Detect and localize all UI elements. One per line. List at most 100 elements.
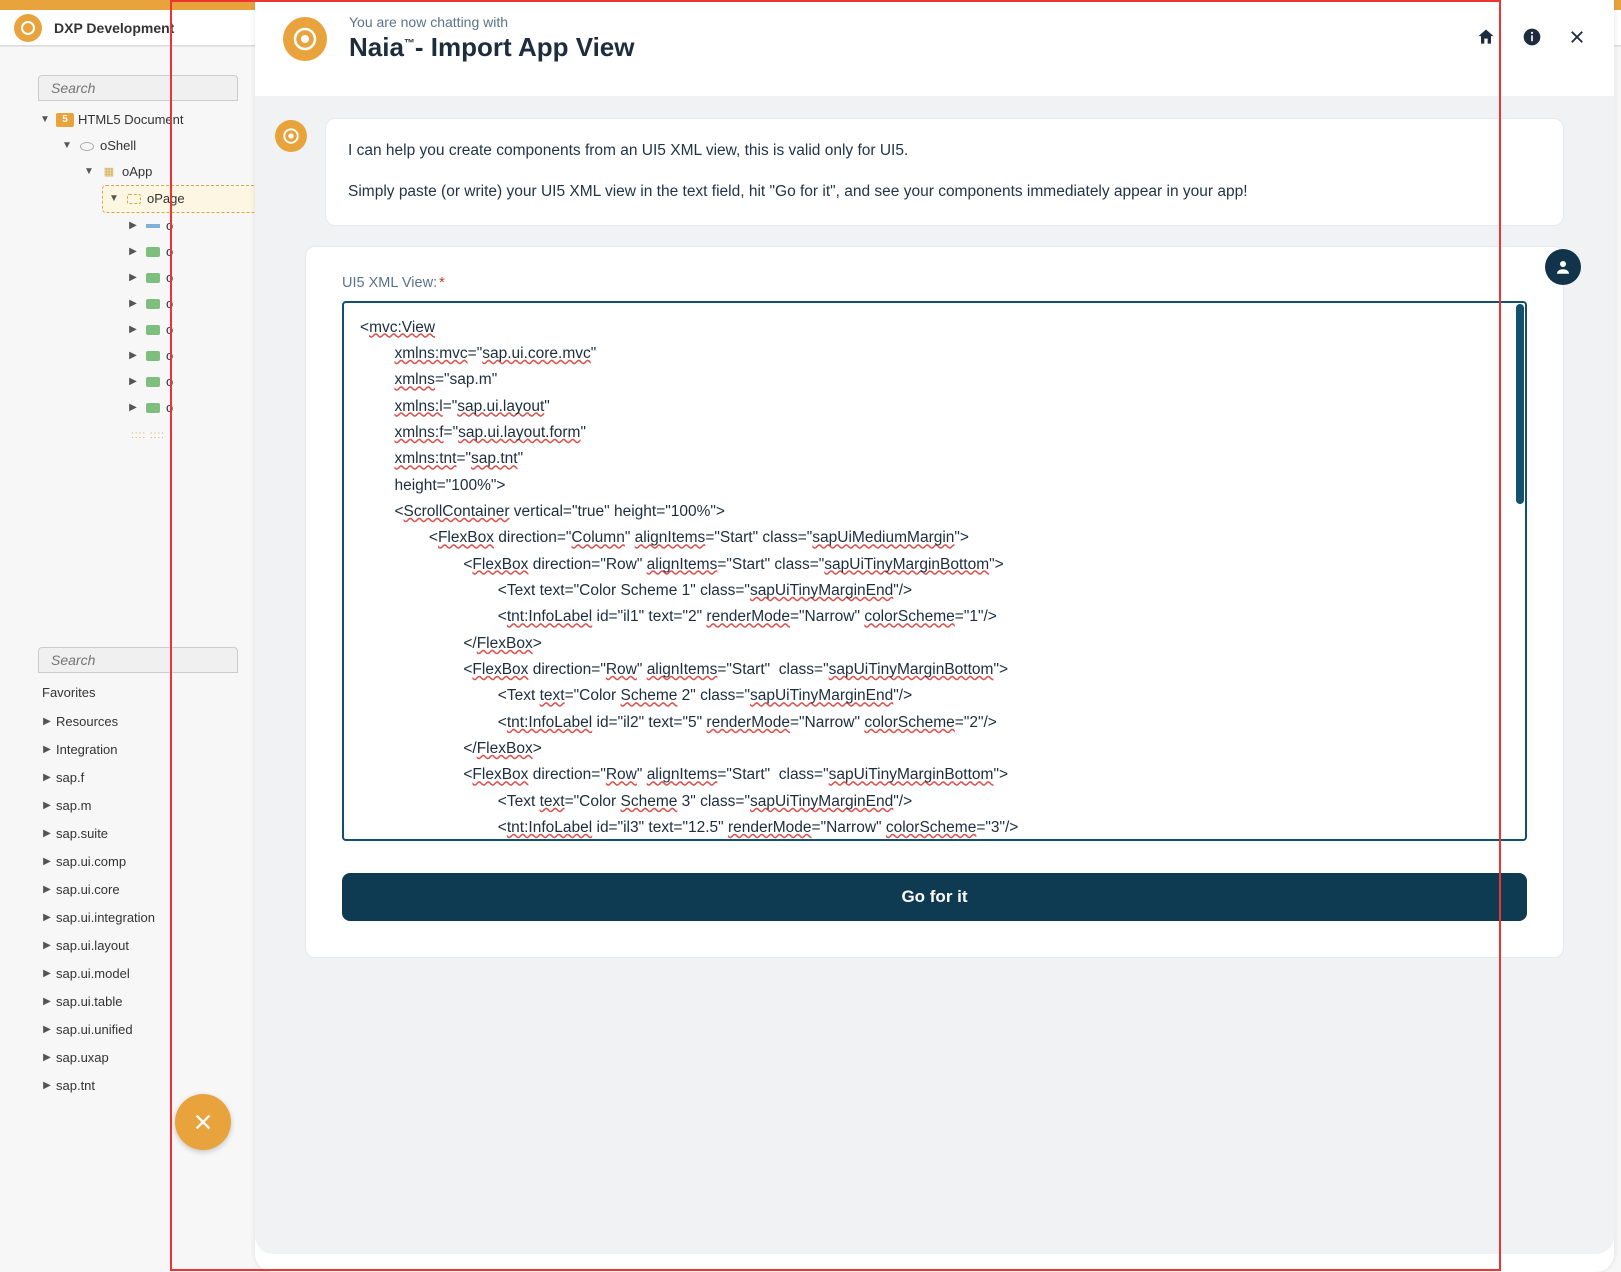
- caret-icon[interactable]: ▶: [126, 343, 140, 369]
- chat-bubble-icon: [293, 27, 317, 51]
- outline-search-wrap: [38, 75, 238, 101]
- tree-label: o: [166, 343, 173, 369]
- caret-icon[interactable]: ▶: [38, 960, 56, 988]
- dialog-subtitle: You are now chatting with: [349, 14, 1476, 30]
- go-for-it-button[interactable]: Go for it: [342, 873, 1527, 921]
- tree-child[interactable]: ▶o: [38, 395, 258, 421]
- user-avatar: [1545, 249, 1581, 285]
- favorite-item[interactable]: ▶sap.ui.unified: [38, 1016, 258, 1044]
- tree-child[interactable]: ▶o: [38, 317, 258, 343]
- favorites-panel: Favorites ▶Resources▶Integration▶sap.f▶s…: [38, 647, 258, 1100]
- caret-icon[interactable]: ▶: [126, 239, 140, 265]
- tree-label: o: [166, 291, 173, 317]
- tree-child[interactable]: ▶o: [38, 369, 258, 395]
- favorite-label: sap.ui.comp: [56, 848, 126, 876]
- caret-icon[interactable]: ▶: [38, 792, 56, 820]
- tree-label: HTML5 Document: [78, 107, 183, 133]
- favorites-search-input[interactable]: [51, 652, 225, 668]
- xml-textarea-wrap: <mvc:View xmlns:mvc="sap.ui.core.mvc" xm…: [342, 301, 1527, 841]
- dialog-body: I can help you create components from an…: [255, 96, 1614, 1254]
- tree-child[interactable]: ▶o: [38, 213, 258, 239]
- caret-icon[interactable]: ▼: [38, 107, 52, 133]
- tree-root[interactable]: ▼ 5 HTML5 Document: [38, 107, 258, 133]
- caret-icon[interactable]: ▶: [126, 317, 140, 343]
- favorite-item[interactable]: ▶sap.ui.comp: [38, 848, 258, 876]
- tree-shell[interactable]: ▼oShell: [38, 133, 258, 159]
- dialog-actions: [1476, 27, 1586, 50]
- tree-label: o: [166, 239, 173, 265]
- tree-label: oApp: [122, 159, 152, 185]
- tree-app[interactable]: ▼▦oApp: [38, 159, 258, 185]
- favorite-label: sap.ui.integration: [56, 904, 155, 932]
- favorite-item[interactable]: ▶sap.f: [38, 764, 258, 792]
- caret-icon[interactable]: ▶: [38, 820, 56, 848]
- info-button[interactable]: [1522, 27, 1542, 50]
- tree-label: o: [166, 395, 173, 421]
- xml-textarea[interactable]: <mvc:View xmlns:mvc="sap.ui.core.mvc" xm…: [342, 301, 1527, 841]
- home-button[interactable]: [1476, 27, 1496, 50]
- favorite-label: sap.tnt: [56, 1072, 95, 1100]
- caret-icon[interactable]: ▶: [38, 1044, 56, 1072]
- dialog-titles: You are now chatting with Naia™- Import …: [349, 14, 1476, 63]
- html5-icon: 5: [56, 113, 74, 127]
- caret-icon[interactable]: ▶: [126, 213, 140, 239]
- tree-child[interactable]: ▶o: [38, 265, 258, 291]
- tree-child[interactable]: ▶o: [38, 343, 258, 369]
- close-dialog-button[interactable]: [1568, 28, 1586, 49]
- intro-text-2: Simply paste (or write) your UI5 XML vie…: [348, 180, 1541, 205]
- favorite-item[interactable]: ▶sap.tnt: [38, 1072, 258, 1100]
- caret-icon[interactable]: ▶: [38, 932, 56, 960]
- favorite-label: sap.ui.model: [56, 960, 130, 988]
- naia-logo: [283, 17, 327, 61]
- info-icon: [1522, 27, 1542, 47]
- favorite-item[interactable]: ▶sap.m: [38, 792, 258, 820]
- favorite-item[interactable]: ▶Resources: [38, 708, 258, 736]
- bar-icon: [144, 219, 162, 233]
- drag-handle-icon[interactable]: :::: ::::: [38, 423, 258, 449]
- caret-icon[interactable]: ▶: [126, 265, 140, 291]
- fab-close-button[interactable]: [175, 1094, 231, 1150]
- caret-icon[interactable]: ▶: [126, 395, 140, 421]
- row-icon: [144, 349, 162, 363]
- favorite-item[interactable]: ▶sap.ui.core: [38, 876, 258, 904]
- row-icon: [144, 323, 162, 337]
- tree-label: o: [166, 369, 173, 395]
- tree-page-selected[interactable]: ▼ oPage: [102, 185, 258, 213]
- caret-icon[interactable]: ▼: [107, 186, 121, 212]
- intro-message-card: I can help you create components from an…: [325, 118, 1564, 226]
- caret-icon[interactable]: ▶: [38, 1072, 56, 1100]
- caret-icon[interactable]: ▶: [126, 369, 140, 395]
- outline-search-input[interactable]: [51, 80, 225, 96]
- caret-icon[interactable]: ▶: [38, 708, 56, 736]
- favorite-item[interactable]: ▶sap.suite: [38, 820, 258, 848]
- dialog-title: Naia™- Import App View: [349, 32, 1476, 63]
- page-icon: [125, 192, 143, 206]
- tree-child[interactable]: ▶o: [38, 291, 258, 317]
- tree-child[interactable]: ▶o: [38, 239, 258, 265]
- caret-icon[interactable]: ▶: [126, 291, 140, 317]
- row-icon: [144, 271, 162, 285]
- caret-icon[interactable]: ▶: [38, 764, 56, 792]
- favorite-item[interactable]: ▶sap.ui.integration: [38, 904, 258, 932]
- favorites-search-wrap: [38, 647, 238, 673]
- caret-icon[interactable]: ▶: [38, 848, 56, 876]
- xml-field-label: UI5 XML View:*: [342, 275, 1527, 291]
- caret-icon[interactable]: ▼: [60, 133, 74, 159]
- favorite-item[interactable]: ▶Integration: [38, 736, 258, 764]
- caret-icon[interactable]: ▶: [38, 876, 56, 904]
- caret-icon[interactable]: ▶: [38, 988, 56, 1016]
- row-icon: [144, 297, 162, 311]
- favorite-item[interactable]: ▶sap.ui.layout: [38, 932, 258, 960]
- caret-icon[interactable]: ▼: [82, 159, 96, 185]
- favorite-item[interactable]: ▶sap.ui.model: [38, 960, 258, 988]
- naia-avatar: [275, 120, 307, 152]
- tree-label: oPage: [147, 186, 185, 212]
- caret-icon[interactable]: ▶: [38, 736, 56, 764]
- oval-icon: [78, 139, 96, 153]
- row-icon: [144, 375, 162, 389]
- favorite-item[interactable]: ▶sap.ui.table: [38, 988, 258, 1016]
- caret-icon[interactable]: ▶: [38, 904, 56, 932]
- caret-icon[interactable]: ▶: [38, 1016, 56, 1044]
- scrollbar-thumb[interactable]: [1516, 304, 1524, 504]
- favorite-item[interactable]: ▶sap.uxap: [38, 1044, 258, 1072]
